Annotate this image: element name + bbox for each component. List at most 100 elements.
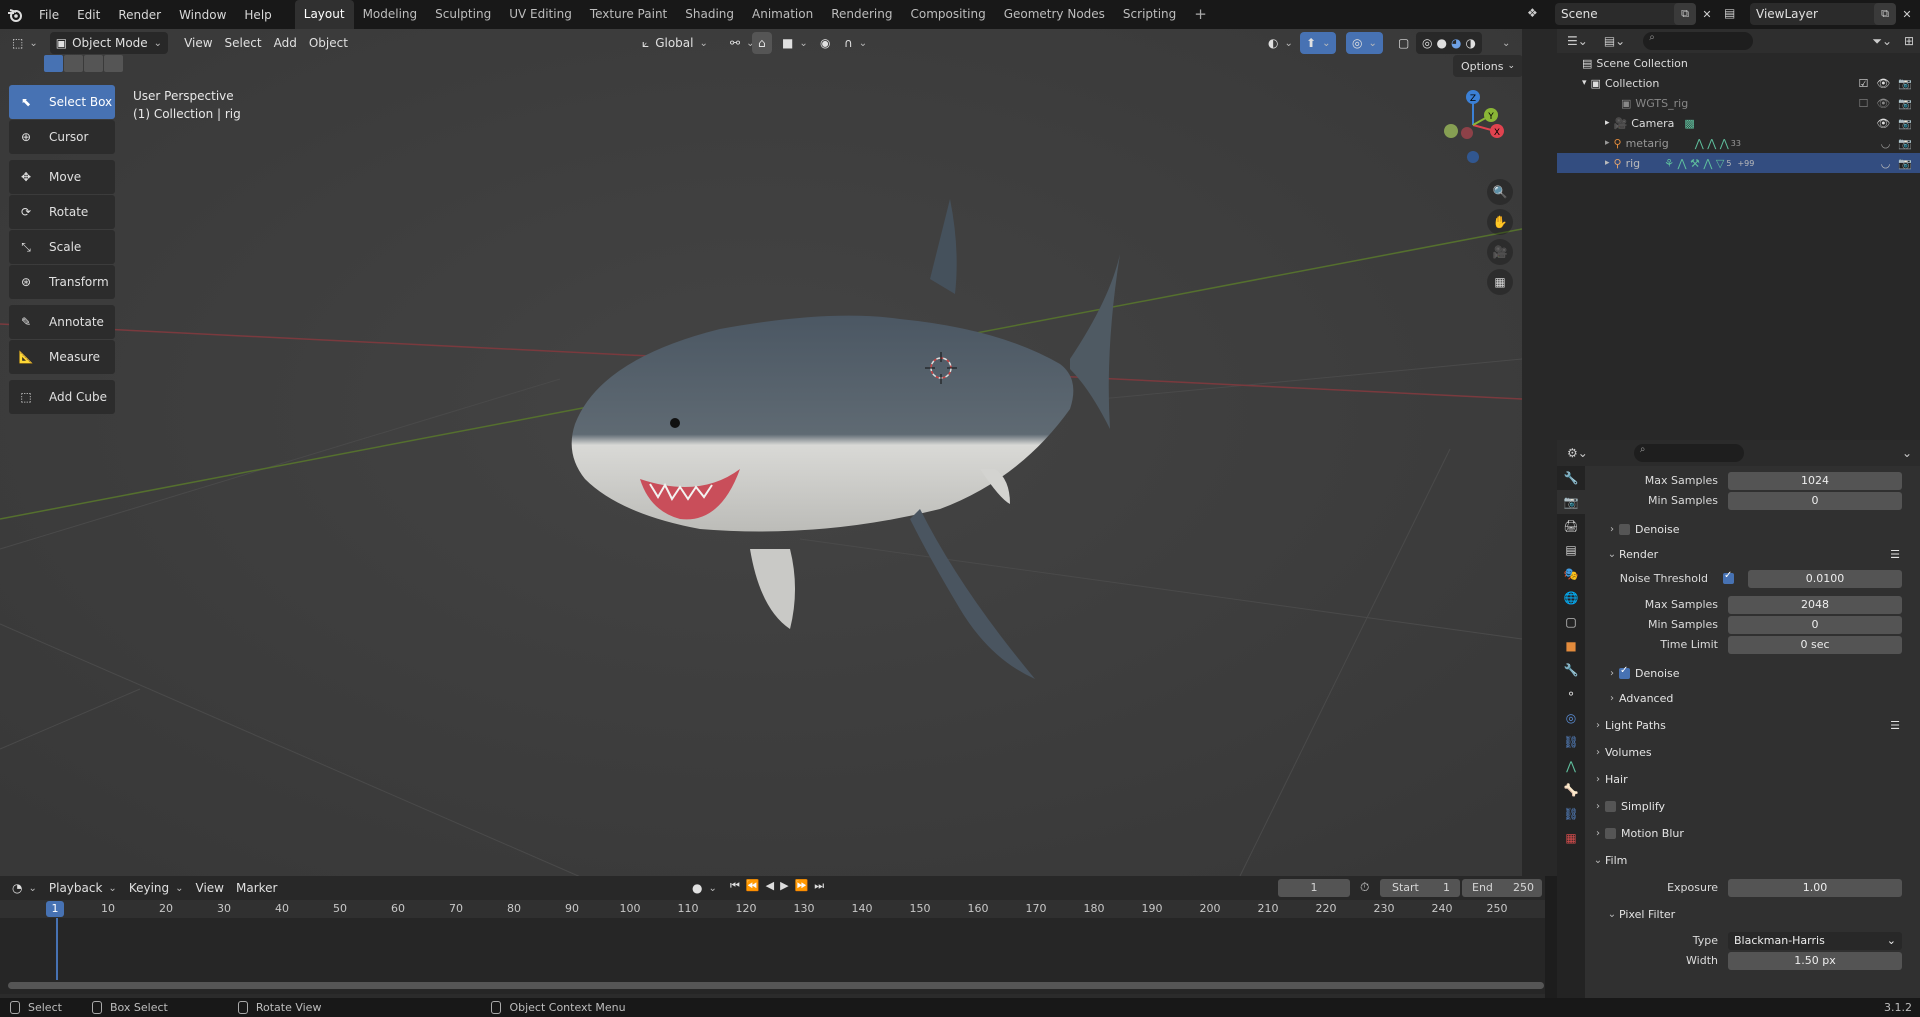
proportional-falloff-select[interactable]: ∩ xyxy=(838,32,873,54)
properties-editor-icon[interactable]: ⚙⌄ xyxy=(1567,446,1588,460)
rendered-shading-icon[interactable]: ◑ xyxy=(1465,36,1475,50)
collection-tab-icon[interactable]: ▢ xyxy=(1557,610,1585,634)
current-frame-field[interactable]: 1 xyxy=(1278,879,1350,897)
select-subtract-icon[interactable] xyxy=(84,55,103,72)
solid-shading-icon[interactable]: ● xyxy=(1436,36,1446,50)
tool-move[interactable]: ✥ Move xyxy=(9,160,115,194)
motion-blur-checkbox[interactable] xyxy=(1605,827,1616,839)
new-collection-icon[interactable]: ⊞ xyxy=(1904,34,1914,48)
menu-render[interactable]: Render xyxy=(109,8,170,22)
outliner-item-camera[interactable]: ▸ 🎥 Camera ▩ 👁 📷 xyxy=(1557,113,1920,133)
outliner-item-metarig[interactable]: ▸ ⚲ metarig ⋀ ⋀ ⋀ 33 ◡ 📷 xyxy=(1557,133,1920,153)
menu-help[interactable]: Help xyxy=(235,8,280,22)
menu-edit[interactable]: Edit xyxy=(68,8,109,22)
camera-render-icon[interactable]: 📷 xyxy=(1898,97,1912,110)
tool-select-box[interactable]: ⬉ Select Box xyxy=(9,85,115,119)
select-extend-icon[interactable] xyxy=(64,55,83,72)
tab-compositing[interactable]: Compositing xyxy=(901,0,994,29)
modifier-tab-icon[interactable]: 🔧 xyxy=(1557,658,1585,682)
menu-file[interactable]: File xyxy=(30,8,68,22)
physics-tab-icon[interactable]: ◎ xyxy=(1557,706,1585,730)
preview-range-icon[interactable]: ⏱ xyxy=(1360,880,1369,895)
denoise-checkbox[interactable] xyxy=(1619,665,1630,679)
bone-tab-icon[interactable]: 🦴 xyxy=(1557,778,1585,802)
film-panel[interactable]: ⌄ Film xyxy=(1591,849,1916,871)
camera-render-icon[interactable]: 📷 xyxy=(1898,117,1912,130)
playhead-frame-label[interactable]: 1 xyxy=(46,901,64,917)
expand-icon[interactable]: ▸ xyxy=(1605,158,1610,168)
end-frame-field[interactable]: End 250 xyxy=(1462,879,1542,897)
tool-scale[interactable]: ⤡ Scale xyxy=(9,230,115,264)
pixel-filter-panel[interactable]: ⌄ Pixel Filter xyxy=(1591,903,1916,925)
filter-width-field[interactable]: 1.50 px xyxy=(1728,952,1902,970)
timeline-track-area[interactable] xyxy=(0,918,1545,994)
snap-toggle-icon[interactable]: ⌂ xyxy=(752,32,772,54)
eye-icon[interactable]: 👁 xyxy=(1876,77,1890,90)
zoom-icon[interactable]: 🔍 xyxy=(1487,179,1513,205)
snap-target-select[interactable]: ■ xyxy=(776,32,814,54)
expand-icon[interactable]: ▸ xyxy=(1605,138,1610,148)
camera-render-icon[interactable]: 📷 xyxy=(1898,137,1912,150)
scene-selector-icon[interactable]: ❖ xyxy=(1527,6,1543,22)
new-view-layer-button[interactable]: ⧉ xyxy=(1874,3,1896,25)
play-reverse-icon[interactable]: ◀ xyxy=(766,879,774,893)
3d-viewport[interactable]: ⬚ ▣ Object Mode View Select Add Object ⟀ G… xyxy=(0,29,1522,876)
tab-animation[interactable]: Animation xyxy=(743,0,822,29)
min-samples-render-field[interactable]: 0 xyxy=(1728,616,1902,634)
add-menu[interactable]: Add xyxy=(268,32,303,54)
menu-window[interactable]: Window xyxy=(170,8,235,22)
add-workspace-button[interactable]: + xyxy=(1185,0,1216,29)
noise-threshold-field[interactable]: 0.0100 xyxy=(1748,570,1902,588)
timeline-view-menu[interactable]: View xyxy=(190,877,230,899)
noise-threshold-checkbox[interactable] xyxy=(1723,570,1734,584)
eye-icon[interactable]: 👁 xyxy=(1876,117,1890,130)
list-icon[interactable]: ☰ xyxy=(1890,719,1900,732)
object-tab-icon[interactable]: ■ xyxy=(1557,634,1585,658)
render-tab-icon[interactable]: 📷 xyxy=(1557,490,1585,514)
outliner-editor-icon[interactable]: ☰⌄ xyxy=(1567,34,1588,48)
blender-logo-icon[interactable] xyxy=(0,0,30,29)
timeline-editor-icon[interactable]: ◔ xyxy=(6,877,43,899)
advanced-panel[interactable]: › Advanced xyxy=(1591,687,1916,709)
keying-menu[interactable]: Keying xyxy=(123,877,190,899)
overlays-toggle-icon[interactable]: ◎ xyxy=(1346,32,1383,54)
scene-tab-icon[interactable]: 🎭 xyxy=(1557,562,1585,586)
view-layer-tab-icon[interactable]: ▤ xyxy=(1557,538,1585,562)
render-denoise-panel[interactable]: ›Denoise xyxy=(1591,662,1916,684)
delete-scene-button[interactable]: ✕ xyxy=(1696,3,1718,25)
bone-constraint-tab-icon[interactable]: ⛓ xyxy=(1557,802,1585,826)
navigation-gizmo[interactable]: Z X Y xyxy=(1433,85,1513,165)
simplify-panel[interactable]: › Simplify xyxy=(1591,795,1916,817)
tool-annotate[interactable]: ✎ Annotate xyxy=(9,305,115,339)
view-layer-field[interactable]: ViewLayer xyxy=(1750,3,1882,25)
output-tab-icon[interactable]: 🖨 xyxy=(1557,514,1585,538)
camera-render-icon[interactable]: 📷 xyxy=(1898,77,1912,90)
auto-keying-button[interactable]: ● xyxy=(686,877,723,899)
perspective-grid-icon[interactable]: ▦ xyxy=(1487,269,1513,295)
tool-add-cube[interactable]: ⬚ Add Cube xyxy=(9,380,115,414)
material-shading-icon[interactable]: ◕ xyxy=(1451,36,1461,50)
checkbox-icon[interactable]: ☑ xyxy=(1858,77,1868,90)
next-keyframe-icon[interactable]: ⏩ xyxy=(795,879,809,893)
scene-field[interactable]: Scene xyxy=(1555,3,1682,25)
new-scene-button[interactable]: ⧉ xyxy=(1674,3,1696,25)
tab-scripting[interactable]: Scripting xyxy=(1114,0,1185,29)
mode-select[interactable]: ▣ Object Mode xyxy=(49,32,169,54)
tab-sculpting[interactable]: Sculpting xyxy=(426,0,500,29)
tab-geometry-nodes[interactable]: Geometry Nodes xyxy=(995,0,1114,29)
gizmo-toggle-icon[interactable]: ⬆ xyxy=(1300,32,1337,54)
transform-orientation-select[interactable]: ⟀ Global xyxy=(636,32,714,54)
pin-dropdown-icon[interactable]: ⌄ xyxy=(1902,446,1912,460)
expand-icon[interactable]: ▸ xyxy=(1605,118,1610,128)
viewport-denoise-panel[interactable]: › Denoise xyxy=(1591,518,1916,540)
editor-type-button[interactable]: ⬚ xyxy=(6,32,44,54)
play-icon[interactable]: ▶ xyxy=(780,879,788,893)
tool-measure[interactable]: 📐 Measure xyxy=(9,340,115,374)
select-menu[interactable]: Select xyxy=(219,32,268,54)
light-paths-panel[interactable]: › Light Paths ☰ xyxy=(1591,714,1916,736)
denoise-checkbox[interactable] xyxy=(1619,523,1630,535)
camera-render-icon[interactable]: 📷 xyxy=(1898,157,1912,170)
jump-start-icon[interactable]: ⏮ xyxy=(730,879,740,893)
display-mode-icon[interactable]: ▤⌄ xyxy=(1604,34,1625,48)
playback-menu[interactable]: Playback xyxy=(43,877,123,899)
